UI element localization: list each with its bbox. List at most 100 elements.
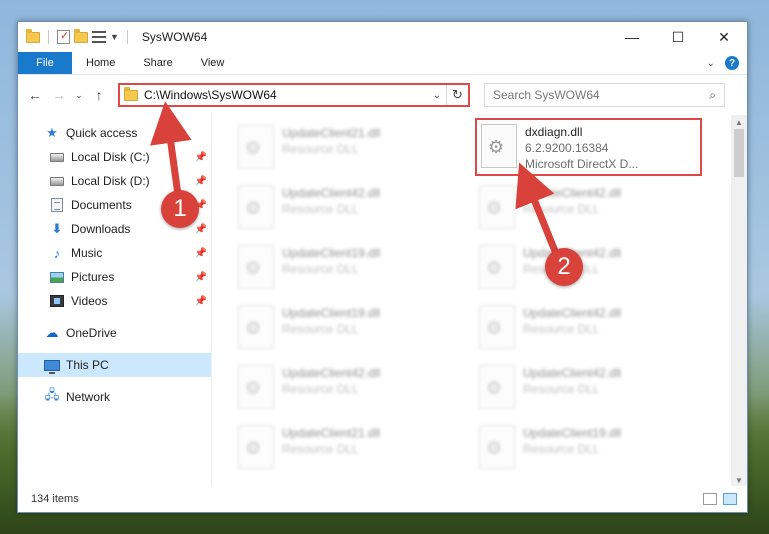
- file-name: UpdateClient19.dll: [523, 426, 622, 440]
- file-item[interactable]: UpdateClient21.dll Resource DLL: [234, 421, 454, 475]
- customize-toolbar-icon[interactable]: ▼: [110, 32, 119, 42]
- sidebar-item-music[interactable]: ♪ Music 📌: [18, 241, 211, 265]
- title-bar: ▼ SysWOW64 — ☐ ✕: [18, 22, 747, 52]
- search-box[interactable]: Search SysWOW64 ⌕: [484, 83, 725, 107]
- dll-file-icon: [479, 425, 515, 469]
- dll-file-icon: [481, 124, 517, 168]
- sidebar-item-label: Downloads: [71, 222, 131, 236]
- dxdiagn-dll-file[interactable]: dxdiagn.dll 6.2.9200.16384 Microsoft Direc…: [475, 118, 702, 176]
- file-type: Resource DLL: [523, 382, 600, 396]
- pin-icon[interactable]: 📌: [195, 152, 207, 163]
- picture-icon: [49, 269, 65, 285]
- pin-icon[interactable]: 📌: [195, 248, 207, 259]
- refresh-icon[interactable]: ↻: [446, 85, 468, 105]
- sidebar-item-quick-access[interactable]: ★ Quick access: [18, 121, 211, 145]
- file-type: Resource DLL: [523, 442, 600, 456]
- tab-home[interactable]: Home: [72, 52, 129, 74]
- status-bar: 134 items: [18, 486, 747, 512]
- back-button[interactable]: ←: [24, 84, 46, 106]
- pin-icon[interactable]: 📌: [195, 176, 207, 187]
- file-item[interactable]: UpdateClient42.dllResource DLL: [475, 361, 695, 415]
- sidebar-item-onedrive[interactable]: ☁ OneDrive: [18, 321, 211, 345]
- document-icon: [49, 197, 65, 213]
- window-title: SysWOW64: [141, 30, 208, 44]
- sidebar-item-videos[interactable]: Videos 📌: [18, 289, 211, 313]
- file-item[interactable]: UpdateClient42.dllResource DLL: [475, 241, 695, 295]
- scroll-up-icon[interactable]: ▲: [731, 115, 747, 129]
- file-item[interactable]: UpdateClient42.dllResource DLL: [475, 301, 695, 355]
- new-folder-icon[interactable]: [74, 28, 88, 43]
- sidebar-item-label: OneDrive: [66, 326, 117, 340]
- step-callout-1: 1: [161, 190, 199, 228]
- file-item[interactable]: UpdateClient42.dllResource DLL: [234, 181, 454, 235]
- sidebar-item-label: Network: [66, 390, 111, 404]
- chevron-down-icon[interactable]: ⌄: [707, 58, 715, 69]
- search-input[interactable]: Search SysWOW64: [493, 88, 709, 102]
- file-name: UpdateClient19.dll: [282, 246, 381, 260]
- file-item[interactable]: UpdateClient42.dllResource DLL: [234, 361, 454, 415]
- sidebar-item-this-pc[interactable]: This PC: [18, 353, 211, 377]
- view-options-icon[interactable]: [92, 31, 106, 43]
- tab-file[interactable]: File: [18, 52, 72, 74]
- file-name: UpdateClient42.dll: [523, 186, 622, 200]
- address-dropdown-icon[interactable]: ⌄: [428, 90, 446, 101]
- large-icons-view-icon[interactable]: [723, 493, 737, 505]
- dll-file-icon: [238, 125, 274, 169]
- file-list: UpdateClient21.dll Resource DLL UpdateCli…: [212, 115, 747, 487]
- file-description: Microsoft DirectX D...: [525, 157, 639, 171]
- maximize-button[interactable]: ☐: [655, 22, 701, 52]
- sidebar-item-label: Local Disk (D:): [71, 174, 150, 188]
- close-button[interactable]: ✕: [701, 22, 747, 52]
- sidebar-item-network[interactable]: 🖧 Network: [18, 385, 211, 409]
- minimize-button[interactable]: —: [609, 22, 655, 52]
- file-type: Resource DLL: [282, 322, 359, 336]
- up-button[interactable]: ↑: [88, 84, 110, 106]
- sidebar-item-label: Music: [71, 246, 103, 260]
- file-name: UpdateClient42.dll: [282, 366, 381, 380]
- help-icon[interactable]: ?: [725, 56, 739, 70]
- cloud-icon: ☁: [45, 325, 59, 340]
- address-path[interactable]: C:\Windows\SysWOW64: [144, 88, 428, 102]
- tab-view[interactable]: View: [187, 52, 239, 74]
- file-version: 6.2.9200.16384: [525, 141, 609, 155]
- download-icon: ⬇: [51, 221, 63, 236]
- dll-file-icon: [479, 305, 515, 349]
- folder-icon: [124, 86, 138, 101]
- dll-file-icon: [238, 425, 274, 469]
- content-area: ★ Quick access Local Disk (C:) 📌 Local D…: [18, 115, 747, 487]
- file-item[interactable]: UpdateClient19.dll Resource DLL: [234, 301, 454, 355]
- file-type: Resource DLL: [523, 202, 600, 216]
- forward-button[interactable]: →: [48, 84, 70, 106]
- properties-icon[interactable]: [57, 29, 70, 44]
- search-icon[interactable]: ⌕: [709, 88, 716, 103]
- dll-file-icon: [479, 185, 515, 229]
- pin-icon[interactable]: 📌: [195, 224, 207, 235]
- sidebar-item-local-disk-c[interactable]: Local Disk (C:) 📌: [18, 145, 211, 169]
- sidebar-item-pictures[interactable]: Pictures 📌: [18, 265, 211, 289]
- pin-icon[interactable]: 📌: [195, 272, 207, 283]
- file-item[interactable]: UpdateClient19.dll Resource DLL: [234, 241, 454, 295]
- disk-icon: [49, 173, 65, 189]
- pin-icon[interactable]: 📌: [195, 296, 207, 307]
- toolbar-divider: [126, 30, 128, 44]
- recent-locations-button[interactable]: ⌄: [72, 84, 86, 106]
- details-view-icon[interactable]: [703, 493, 717, 505]
- file-item[interactable]: UpdateClient21.dll Resource DLL: [234, 121, 454, 175]
- tab-share[interactable]: Share: [129, 52, 186, 74]
- file-item[interactable]: UpdateClient42.dll Resource DLL: [475, 181, 695, 235]
- file-name: UpdateClient42.dll: [282, 186, 381, 200]
- view-toggle: [703, 493, 747, 505]
- dll-file-icon: [479, 365, 515, 409]
- scroll-down-icon[interactable]: ▼: [731, 473, 747, 487]
- file-item[interactable]: UpdateClient19.dll Resource DLL: [475, 421, 695, 475]
- file-name: UpdateClient19.dll: [282, 306, 381, 320]
- file-explorer-window: ▼ SysWOW64 — ☐ ✕ File Home Share View ⌄ …: [17, 21, 748, 513]
- ribbon-right-controls: ⌄ ?: [707, 52, 747, 74]
- sidebar-item-label: Documents: [71, 198, 132, 212]
- dll-file-icon: [238, 365, 274, 409]
- vertical-scrollbar[interactable]: ▲ ▼: [731, 115, 747, 487]
- ribbon-tabs: File Home Share View ⌄ ?: [18, 52, 747, 75]
- video-icon: [49, 293, 65, 309]
- address-bar[interactable]: C:\Windows\SysWOW64 ⌄ ↻: [118, 83, 470, 107]
- scroll-thumb[interactable]: [734, 129, 744, 177]
